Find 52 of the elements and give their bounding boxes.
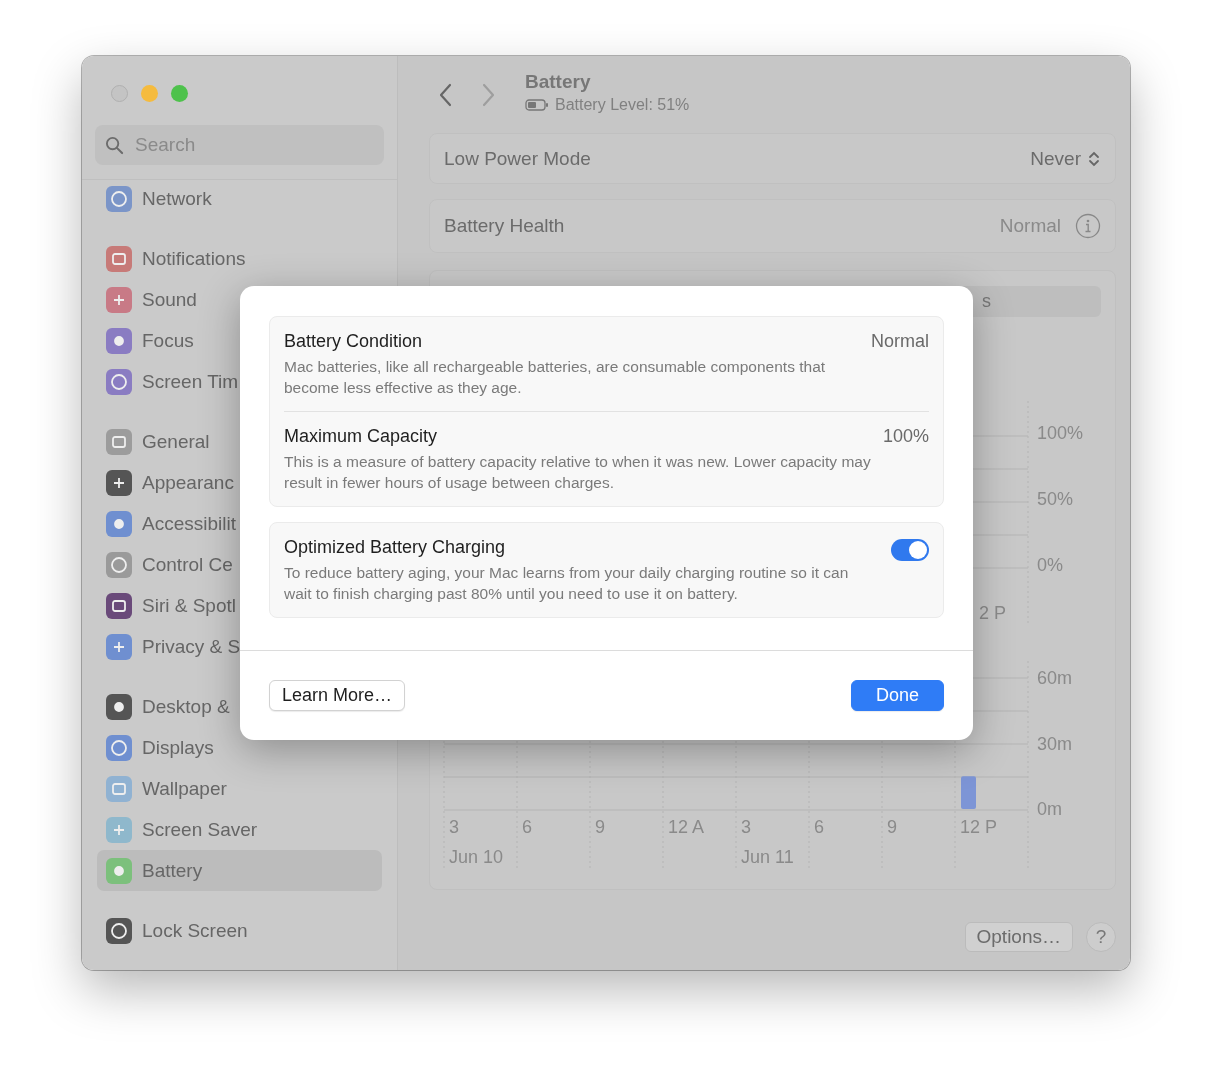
setting-value: Normal (999, 215, 1061, 237)
minimize-button[interactable] (141, 85, 158, 102)
zoom-button[interactable] (171, 85, 188, 102)
toggle-switch[interactable] (891, 539, 929, 561)
axis-label: 12 P (960, 817, 998, 837)
row-title: Battery Condition (284, 331, 424, 352)
axis-label: 12 A (668, 817, 705, 837)
axis-label: 0% (1037, 555, 1063, 575)
axis-label: 3 (449, 817, 459, 837)
axis-label: 6 (814, 817, 824, 837)
sidebar-item[interactable]: Screen Saver (97, 809, 382, 850)
axis-label: 30m (1037, 733, 1072, 754)
date-label: Jun 11 (741, 847, 794, 867)
row-description: To reduce battery aging, your Mac learns from your daily charging routine so it can wait to finish charging past 80% until you need to use it on battery. (284, 563, 850, 604)
row-title: Optimized Battery Charging (284, 537, 507, 558)
setting-label: Battery Health (444, 215, 565, 237)
close-button[interactable] (111, 85, 128, 102)
axis-label: 6 (522, 817, 532, 837)
axis-label: 0m (1037, 799, 1062, 819)
sidebar-item[interactable]: Privacy & S (97, 626, 382, 667)
axis-label: 3 (741, 817, 751, 837)
row-description: This is a measure of battery capacity relative to when it was new. Lower capacity may result in fewer hours of usage between charges. (284, 452, 872, 493)
setting-label: Low Power Mode (444, 147, 591, 170)
axis-label: 2 P (979, 603, 1007, 623)
sidebar-item[interactable]: Wallpaper (97, 768, 382, 809)
search-icon (105, 136, 124, 155)
axis-label: 50% (1037, 489, 1074, 509)
axis-label: 60m (1037, 668, 1072, 688)
date-label: Jun 10 (449, 847, 504, 867)
axis-label: 9 (887, 817, 897, 837)
row-value: Normal (871, 331, 929, 352)
sidebar-item[interactable]: Notifications (97, 238, 382, 279)
row-description: Mac batteries, like all rechargeable batteries, are consumable components that become less effective as they age. (284, 357, 827, 398)
battery-icon (525, 98, 549, 111)
sidebar-item[interactable]: Network (97, 178, 382, 219)
page-title: Battery (525, 70, 592, 93)
popup-button[interactable]: Never (1030, 147, 1101, 170)
learn-more-button[interactable]: Learn More… (269, 680, 406, 711)
axis-label: 9 (595, 817, 605, 837)
sidebar-item[interactable]: Displays (97, 727, 382, 768)
options-button[interactable]: Options… (964, 922, 1073, 952)
sidebar-item[interactable]: Battery (97, 850, 382, 891)
row-title: Maximum Capacity (284, 426, 439, 447)
row-value: 100% (882, 426, 929, 447)
sidebar-item[interactable]: Sound (97, 279, 382, 320)
info-icon[interactable] (1075, 213, 1101, 239)
sidebar-item[interactable]: Lock Screen (97, 910, 382, 951)
done-button[interactable]: Done (850, 680, 944, 711)
battery-level: Battery Level: 51% (555, 95, 690, 114)
back-button[interactable] (439, 82, 453, 107)
axis-label: 100% (1037, 423, 1084, 443)
help-button[interactable]: ? (1086, 922, 1116, 952)
